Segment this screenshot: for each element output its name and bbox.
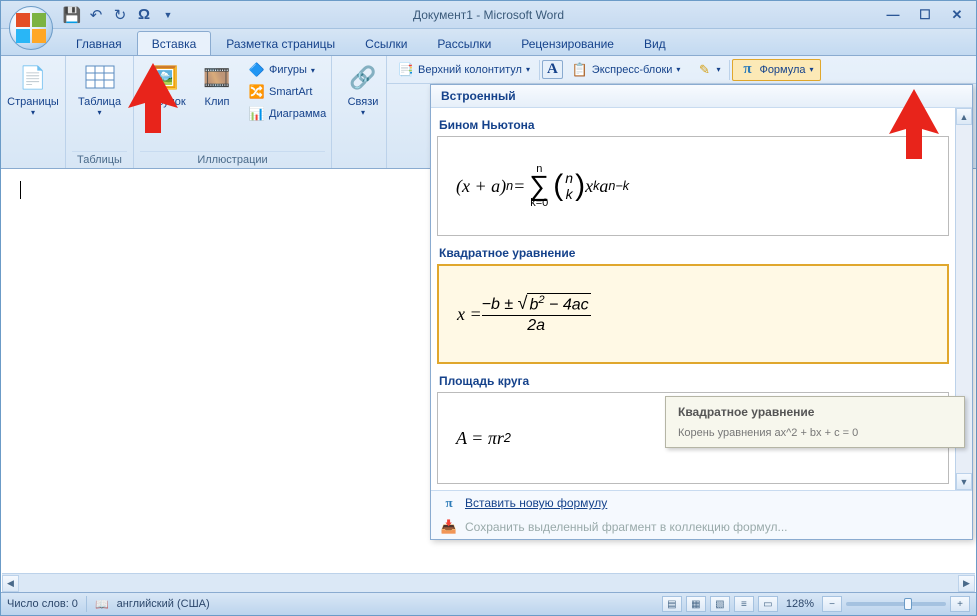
shapes-icon: 🔷 [249,62,265,78]
close-button[interactable]: ✕ [944,7,970,23]
view-web-button[interactable]: ▧ [710,596,730,612]
scroll-left-icon[interactable]: ◀ [2,575,19,592]
maximize-button[interactable]: ☐ [912,7,938,23]
tab-pagelayout[interactable]: Разметка страницы [211,31,350,55]
smartart-button[interactable]: 🔀SmartArt [244,81,331,103]
tables-group-label: Таблицы [72,151,127,168]
quickparts-icon: 📋 [572,62,588,78]
table-icon [84,62,116,94]
tooltip: Квадратное уравнение Корень уравнения ax… [665,396,965,448]
header-button[interactable]: 📑Верхний колонтитул ▾ [391,59,537,81]
qat-dropdown-icon[interactable]: ▼ [157,4,179,26]
zoom-level[interactable]: 128% [786,598,814,610]
header-icon: 📑 [398,62,414,78]
wordart-icon: ✎ [696,62,712,78]
redo-icon[interactable]: ↻ [109,4,131,26]
save-selection-equation: 📥 Сохранить выделенный фрагмент в коллек… [431,515,972,539]
word-count[interactable]: Число слов: 0 [7,598,78,610]
zoom-out-button[interactable]: − [822,596,842,612]
undo-icon[interactable]: ↶ [85,4,107,26]
minimize-button[interactable]: — [880,7,906,23]
links-icon: 🔗 [347,62,379,94]
scroll-right-icon[interactable]: ▶ [958,575,975,592]
save-icon[interactable]: 💾 [61,4,83,26]
pi-icon: π [739,62,755,78]
tab-mailings[interactable]: Рассылки [422,31,506,55]
clip-button[interactable]: 🎞️ Клип [192,59,242,125]
gallery-item-quadratic[interactable]: Квадратное уравнение x = −b ± b2 − 4ac2a [437,242,949,364]
page-icon: 📄 [17,62,49,94]
view-draft-button[interactable]: ▭ [758,596,778,612]
chart-button[interactable]: 📊Диаграмма [244,103,331,125]
chart-icon: 📊 [249,106,265,122]
red-arrow-annotation [128,63,178,133]
view-fullscreen-button[interactable]: ▦ [686,596,706,612]
scroll-down-icon[interactable]: ▼ [956,473,972,490]
pi-icon: π [441,495,457,511]
illustrations-group-label: Иллюстрации [140,151,325,168]
tooltip-title: Квадратное уравнение [678,405,952,419]
proofing-icon[interactable]: 📖 [95,598,109,611]
textbox-button[interactable]: A [542,60,563,79]
tab-view[interactable]: Вид [629,31,681,55]
links-button[interactable]: 🔗 Связи ▾ [338,59,388,120]
language-status[interactable]: английский (США) [117,598,210,610]
zoom-in-button[interactable]: + [950,596,970,612]
omega-icon[interactable]: Ω [133,4,155,26]
insert-new-equation[interactable]: π Вставить новую формулу [431,491,972,515]
tooltip-body: Корень уравнения ax^2 + bx + c = 0 [678,427,952,439]
quickparts-button[interactable]: 📋Экспресс-блоки ▾ [565,59,688,81]
view-printlayout-button[interactable]: ▤ [662,596,682,612]
view-outline-button[interactable]: ≡ [734,596,754,612]
textbox-icon: A [547,61,558,78]
gallery-item-binomial[interactable]: Бином Ньютона (x + a)n = n∑k=0 (nk) xkan… [437,114,949,236]
zoom-slider[interactable] [846,602,946,606]
wordart-button[interactable]: ✎▾ [689,59,727,81]
shapes-button[interactable]: 🔷Фигуры ▾ [244,59,331,81]
ribbon-tabs: Главная Вставка Разметка страницы Ссылки… [1,29,976,56]
smartart-icon: 🔀 [249,84,265,100]
tab-review[interactable]: Рецензирование [506,31,629,55]
tab-insert[interactable]: Вставка [137,31,212,55]
save-gallery-icon: 📥 [441,519,457,535]
window-title: Документ1 - Microsoft Word [413,8,564,22]
status-bar: Число слов: 0 📖 английский (США) ▤ ▦ ▧ ≡… [1,592,976,615]
scroll-up-icon[interactable]: ▲ [956,108,972,125]
office-button[interactable] [9,6,53,50]
clip-icon: 🎞️ [201,62,233,94]
table-button[interactable]: Таблица ▾ [72,59,127,120]
horizontal-scrollbar[interactable]: ◀ ▶ [2,573,975,592]
tab-references[interactable]: Ссылки [350,31,422,55]
equation-button[interactable]: πФормула ▾ [732,59,820,81]
tab-home[interactable]: Главная [61,31,137,55]
pages-button[interactable]: 📄 Страницы ▾ [7,59,59,120]
red-arrow-annotation [889,89,939,159]
